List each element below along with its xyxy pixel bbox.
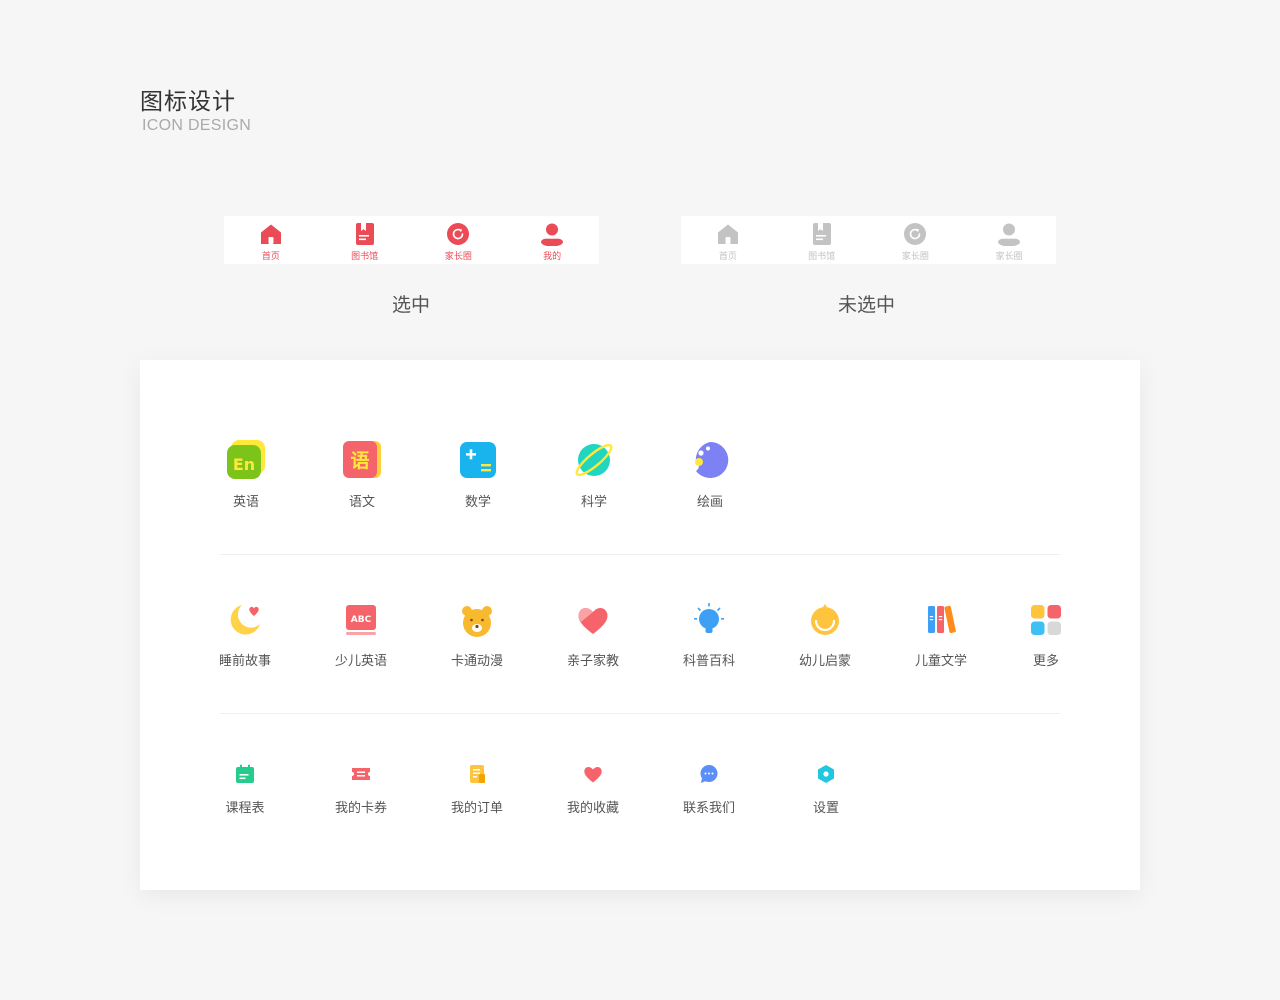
home-icon	[260, 224, 281, 244]
page-title: 图标设计	[140, 89, 236, 115]
english-icon: En	[227, 440, 265, 479]
category-label: 更多	[1032, 654, 1059, 669]
menu-settings[interactable]: 设置	[776, 763, 876, 816]
menu-label: 我的收藏	[566, 801, 619, 816]
subject-label: 科学	[580, 495, 607, 510]
menu-orders[interactable]: 我的订单	[427, 763, 527, 816]
tab-label: 首页	[261, 252, 280, 262]
subject-label: 语文	[348, 495, 375, 510]
category-label: 卡通动漫	[450, 654, 503, 669]
subject-label: 绘画	[696, 495, 723, 510]
menu-label: 设置	[812, 801, 839, 816]
tab-mine[interactable]: 家长圈	[969, 216, 1049, 264]
tab-mine[interactable]: 我的	[512, 216, 592, 264]
tab-parents[interactable]: 家长圈	[418, 216, 498, 264]
home-icon	[717, 224, 738, 244]
subject-painting[interactable]: 绘画	[660, 440, 760, 510]
category-label: 幼儿启蒙	[798, 654, 851, 669]
favorite-heart-icon	[584, 767, 602, 783]
moon-heart-icon	[230, 605, 260, 635]
menu-coupons[interactable]: 我的卡券	[311, 763, 411, 816]
refresh-circle-icon	[447, 223, 470, 245]
caption-selected: 选中	[392, 294, 431, 316]
tab-parents[interactable]: 家长圈	[875, 216, 955, 264]
menu-label: 我的订单	[450, 801, 503, 816]
category-more[interactable]: 更多	[996, 602, 1096, 669]
category-label: 少儿英语	[334, 654, 387, 669]
menu-favorites[interactable]: 我的收藏	[543, 763, 643, 816]
tab-label: 家长圈	[901, 252, 929, 262]
tabbar-selected: 首页 图书馆 家长圈 我的	[224, 216, 599, 264]
tab-label: 首页	[718, 252, 737, 262]
books-icon	[928, 605, 956, 634]
heart-icon	[578, 607, 608, 634]
category-label: 睡前故事	[218, 654, 271, 669]
chat-icon	[700, 765, 718, 783]
user-icon	[541, 223, 564, 246]
icon-card: En 英语 语 语文 数学 科学 绘画 睡前故事 ABC 少儿英语 卡通动漫 亲…	[140, 360, 1140, 890]
category-label: 儿童文学	[914, 654, 967, 669]
tab-label: 家长圈	[444, 252, 472, 262]
row-divider	[220, 554, 1060, 555]
menu-label: 联系我们	[682, 801, 735, 816]
menu-label: 课程表	[225, 801, 265, 816]
tab-label: 图书馆	[808, 252, 836, 262]
tab-library[interactable]: 图书馆	[782, 216, 862, 264]
planet-icon	[575, 443, 613, 477]
chinese-icon: 语	[343, 441, 381, 478]
category-kids-english[interactable]: ABC 少儿英语	[311, 602, 411, 669]
order-icon	[470, 765, 485, 783]
menu-schedule[interactable]: 课程表	[195, 763, 295, 816]
palette-icon	[695, 441, 729, 478]
book-icon	[812, 223, 831, 245]
calendar-icon	[236, 764, 254, 783]
menu-contact[interactable]: 联系我们	[659, 763, 759, 816]
category-family-education[interactable]: 亲子家教	[543, 602, 643, 669]
subject-label: 数学	[464, 495, 491, 510]
coupon-icon	[352, 768, 370, 780]
caption-unselected: 未选中	[838, 294, 896, 316]
settings-hexagon-icon	[818, 765, 834, 783]
english-glyph: En	[233, 455, 255, 474]
subject-science[interactable]: 科学	[544, 440, 644, 510]
tab-label: 家长圈	[995, 252, 1023, 262]
tab-library[interactable]: 图书馆	[325, 216, 405, 264]
category-bedtime-story[interactable]: 睡前故事	[195, 602, 295, 669]
page-subtitle: ICON DESIGN	[142, 117, 252, 134]
chinese-glyph: 语	[350, 450, 369, 472]
math-icon	[460, 442, 496, 478]
subject-label: 英语	[232, 495, 259, 510]
category-label: 科普百科	[682, 654, 735, 669]
menu-label: 我的卡券	[334, 801, 387, 816]
lightbulb-icon	[694, 603, 724, 633]
tab-label: 图书馆	[351, 252, 379, 262]
subject-english[interactable]: En 英语	[196, 440, 296, 510]
subject-math[interactable]: 数学	[428, 440, 528, 510]
row-divider	[220, 713, 1060, 714]
category-cartoon[interactable]: 卡通动漫	[427, 602, 527, 669]
category-enlightenment[interactable]: 幼儿启蒙	[775, 602, 875, 669]
abc-book-icon: ABC	[346, 605, 376, 635]
tab-label: 我的	[543, 252, 562, 262]
tab-home[interactable]: 首页	[231, 216, 311, 264]
user-icon	[998, 223, 1021, 246]
tabbar-unselected: 首页 图书馆 家长圈 家长圈	[681, 216, 1056, 264]
tab-home[interactable]: 首页	[688, 216, 768, 264]
category-label: 亲子家教	[566, 654, 619, 669]
category-literature[interactable]: 儿童文学	[891, 602, 991, 669]
refresh-circle-icon	[904, 223, 927, 245]
book-icon	[355, 223, 374, 245]
bear-icon	[462, 606, 492, 637]
grid-more-icon	[1031, 605, 1061, 635]
abc-glyph: ABC	[351, 615, 372, 625]
sunrise-icon	[811, 604, 839, 635]
subject-chinese[interactable]: 语 语文	[312, 440, 412, 510]
category-encyclopedia[interactable]: 科普百科	[659, 602, 759, 669]
